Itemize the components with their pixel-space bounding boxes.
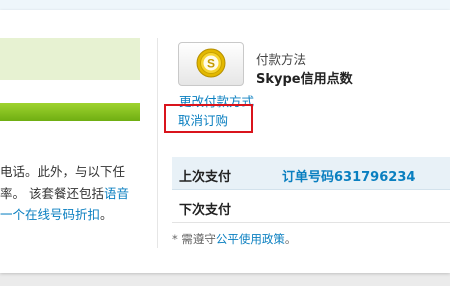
next-payment-label: 下次支付 bbox=[179, 203, 232, 218]
footnote-text: 。 bbox=[284, 232, 297, 246]
fair-use-policy-link[interactable]: 公平使用政策 bbox=[216, 232, 285, 246]
description-text: 。 bbox=[100, 207, 113, 222]
column-divider bbox=[157, 38, 158, 248]
description-text: 率。 该套餐还包括 bbox=[0, 186, 104, 201]
plan-description-line-3: 一个在线号码折扣。 bbox=[0, 207, 145, 223]
order-number-link[interactable]: 订单号码631796234 bbox=[282, 166, 415, 185]
fair-use-footnote: * 需遵守公平使用政策。 bbox=[172, 231, 296, 247]
voice-link[interactable]: 语音 bbox=[104, 186, 129, 201]
svg-text:S: S bbox=[207, 57, 215, 71]
next-payment-row: 下次支付 bbox=[172, 190, 450, 223]
plan-description-line-1: 电话。此外，与以下任 bbox=[0, 164, 145, 180]
plan-summary-box bbox=[0, 38, 140, 80]
top-strip bbox=[0, 0, 450, 10]
plan-description-line-2: 率。 该套餐还包括语音 bbox=[0, 186, 145, 202]
payment-table: 上次支付 订单号码631796234 下次支付 bbox=[172, 157, 450, 223]
payment-method-label: 付款方法 bbox=[256, 52, 307, 67]
online-number-discount-link[interactable]: 一个在线号码折扣 bbox=[0, 207, 100, 222]
description-text: 电话。此外，与以下任 bbox=[0, 164, 126, 179]
skype-coin-icon: S bbox=[196, 48, 226, 78]
last-payment-row: 上次支付 订单号码631796234 bbox=[172, 157, 450, 190]
payment-method-value: Skype信用点数 bbox=[256, 72, 353, 87]
footnote-text: * 需遵守 bbox=[172, 232, 216, 246]
payment-method-icon-box: S bbox=[178, 42, 244, 86]
cancel-subscription-link[interactable]: 取消订购 bbox=[178, 110, 228, 129]
plan-progress-bar bbox=[0, 103, 140, 121]
last-payment-label: 上次支付 bbox=[179, 170, 232, 185]
